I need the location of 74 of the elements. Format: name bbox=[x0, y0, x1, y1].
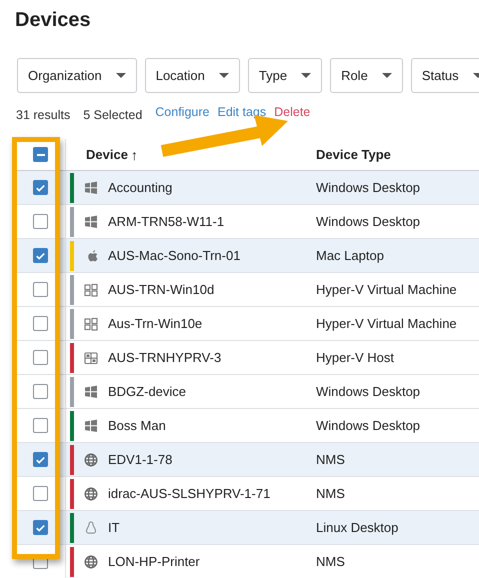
device-name: Aus-Trn-Win10e bbox=[108, 316, 204, 331]
device-type: Windows Desktop bbox=[316, 214, 422, 229]
device-type: Mac Laptop bbox=[316, 248, 385, 263]
device-name: EDV1-1-78 bbox=[108, 452, 174, 467]
checkbox[interactable] bbox=[33, 418, 48, 433]
checkbox[interactable] bbox=[33, 384, 48, 399]
checkbox[interactable] bbox=[33, 520, 48, 535]
minus-icon bbox=[36, 154, 44, 156]
column-header[interactable]: Device bbox=[86, 147, 128, 162]
checkbox[interactable] bbox=[33, 316, 48, 331]
device-name: Accounting bbox=[108, 180, 174, 195]
device-name: AUS-Mac-Sono-Trn-01 bbox=[108, 248, 242, 263]
windows-logo-icon bbox=[84, 384, 98, 398]
device-name: Boss Man bbox=[108, 418, 167, 433]
table-row[interactable]: AUS-Mac-Sono-Trn-01 Mac Laptop bbox=[16, 239, 479, 273]
checkbox[interactable] bbox=[33, 214, 48, 229]
device-type: Hyper-V Virtual Machine bbox=[316, 316, 458, 331]
action-link[interactable]: Configure bbox=[155, 105, 210, 119]
windows-logo-icon bbox=[84, 214, 98, 228]
checkbox[interactable] bbox=[33, 147, 48, 162]
caret-icon bbox=[218, 73, 229, 78]
windows-logo-icon bbox=[84, 418, 98, 432]
device-name: BDGZ-device bbox=[108, 384, 188, 399]
caret-icon bbox=[116, 73, 126, 78]
filter-dropdown[interactable]: Location bbox=[144, 58, 240, 93]
caret-icon bbox=[382, 73, 392, 78]
table-row[interactable]: AUS-TRNHYPRV-3 Hyper-V Host bbox=[16, 341, 479, 375]
filter-dropdown[interactable]: Role bbox=[330, 58, 403, 93]
device-name: IT bbox=[108, 520, 121, 535]
device-type: Windows Desktop bbox=[316, 418, 422, 433]
device-name: idrac-AUS-SLSHYPRV-1-71 bbox=[108, 486, 272, 501]
device-type: NMS bbox=[316, 554, 346, 569]
device-type: Windows Desktop bbox=[316, 384, 422, 399]
filter-dropdown[interactable]: Status bbox=[410, 58, 479, 93]
checkbox[interactable] bbox=[33, 282, 48, 297]
table-row[interactable]: Accounting Windows Desktop bbox=[16, 171, 479, 205]
checkbox[interactable] bbox=[33, 452, 48, 467]
sort-arrow[interactable]: ↑ bbox=[130, 146, 138, 162]
checkbox[interactable] bbox=[33, 486, 48, 501]
windows-logo-icon bbox=[84, 180, 98, 194]
globe-icon bbox=[84, 486, 98, 500]
caret-icon bbox=[301, 73, 312, 78]
table-row[interactable]: Aus-Trn-Win10e Hyper-V Virtual Machine bbox=[16, 307, 479, 341]
penguin-icon bbox=[84, 520, 98, 534]
globe-icon bbox=[84, 554, 98, 568]
column-header[interactable]: Device Type bbox=[316, 147, 479, 162]
device-name: LON-HP-Printer bbox=[108, 554, 201, 569]
action-link[interactable]: Delete bbox=[274, 105, 310, 119]
device-type: Hyper-V Host bbox=[316, 350, 396, 365]
table-row[interactable]: AUS-TRN-Win10d Hyper-V Virtual Machine bbox=[16, 273, 479, 307]
device-type: Hyper-V Virtual Machine bbox=[316, 282, 458, 297]
selected-count: 5 Selected bbox=[83, 108, 142, 122]
device-name: ARM-TRN58-W11-1 bbox=[108, 214, 226, 229]
table-row[interactable]: LON-HP-Printer NMS bbox=[16, 545, 479, 578]
window-grid-icon bbox=[84, 282, 98, 296]
page-title: Devices bbox=[14, 8, 92, 33]
table-row[interactable]: EDV1-1-78 NMS bbox=[16, 443, 479, 477]
window-grid-icon bbox=[84, 316, 98, 330]
server-grid-icon bbox=[84, 350, 98, 364]
device-type: NMS bbox=[316, 486, 346, 501]
checkbox[interactable] bbox=[33, 180, 48, 195]
checkbox[interactable] bbox=[33, 248, 48, 263]
device-type: Linux Desktop bbox=[316, 520, 400, 535]
table-row[interactable]: BDGZ-device Windows Desktop bbox=[16, 375, 479, 409]
device-type: Windows Desktop bbox=[316, 180, 422, 195]
device-name: AUS-TRN-Win10d bbox=[108, 282, 216, 297]
table-row[interactable]: IT Linux Desktop bbox=[16, 511, 479, 545]
result-count: 31 results bbox=[16, 108, 70, 122]
device-type: NMS bbox=[316, 452, 346, 467]
globe-icon bbox=[84, 452, 98, 466]
filter-dropdown[interactable]: Organization bbox=[17, 58, 137, 93]
checkbox[interactable] bbox=[33, 350, 48, 365]
filter-dropdown[interactable]: Type bbox=[248, 58, 322, 93]
device-name: AUS-TRNHYPRV-3 bbox=[108, 350, 222, 365]
